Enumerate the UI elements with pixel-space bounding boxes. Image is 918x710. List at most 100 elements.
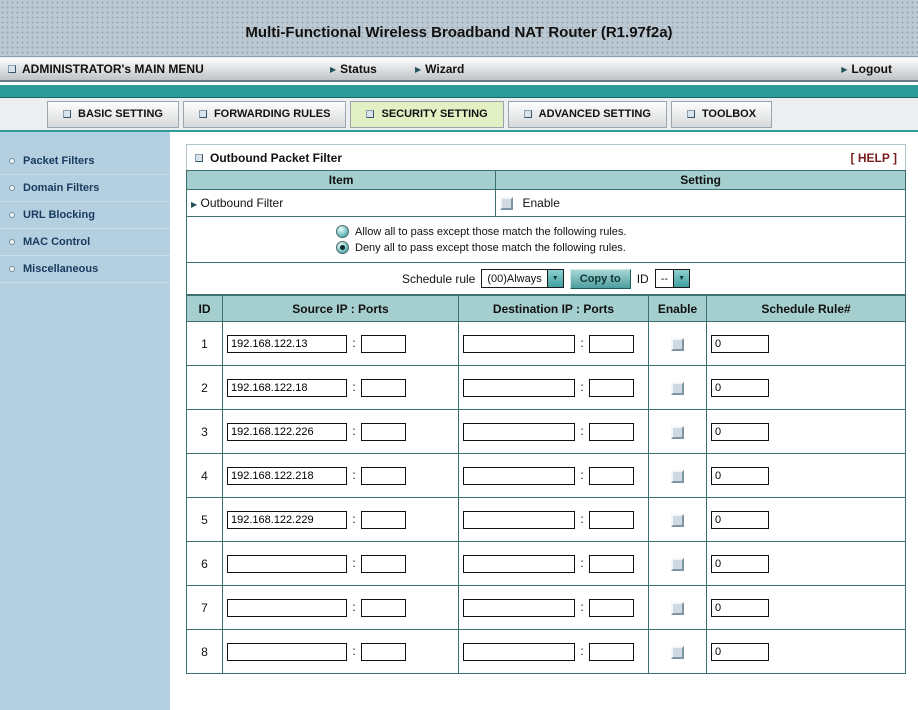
allow-radio[interactable] [336,225,349,238]
schedule-cell [706,365,906,410]
colon-separator: : [580,335,584,350]
rule-enable-checkbox[interactable] [671,513,684,527]
schedule-rule-label: Schedule rule [401,271,476,286]
filter-rule-row: 1 : : [186,321,906,366]
source-ip-input[interactable] [227,642,347,661]
tab-basic-setting[interactable]: BASIC SETTING [47,100,179,128]
schedule-rule-input[interactable] [711,466,769,485]
deny-radio[interactable] [336,241,349,254]
schedule-rule-input[interactable] [711,598,769,617]
row-id: 2 [186,365,223,410]
schedule-rule-input[interactable] [711,642,769,661]
menu-item-status[interactable]: ▶ Status [330,58,377,80]
dest-ip-input[interactable] [463,642,575,661]
source-port-input[interactable] [361,466,407,485]
dest-ip-input[interactable] [463,334,575,353]
tab-toolbox[interactable]: TOOLBOX [670,100,773,128]
filter-rule-row: 3 : : [186,409,906,454]
schedule-cell [706,585,906,630]
source-port-input[interactable] [361,334,407,353]
schedule-rule-input[interactable] [711,510,769,529]
dest-port-input[interactable] [589,554,635,573]
panel-box-icon [195,153,203,162]
help-link[interactable]: [ HELP ] [851,151,897,165]
menu-item-wizard[interactable]: ▶ Wizard [415,58,464,80]
sidebar-item-url-blocking[interactable]: URL Blocking [0,202,170,229]
schedule-rule-input[interactable] [711,334,769,353]
dest-port-input[interactable] [589,422,635,441]
filter-table-body: 1 : : 2 : : [186,321,906,674]
source-ip-input[interactable] [227,554,347,573]
dest-port-input[interactable] [589,378,635,397]
menu-item-logout[interactable]: ▶ Logout [841,58,892,80]
copy-to-button[interactable]: Copy to [569,268,631,289]
rule-enable-checkbox[interactable] [671,601,684,615]
enable-cell [648,365,707,410]
schedule-rule-input[interactable] [711,378,769,397]
source-cell: : [222,409,459,454]
sidebar-item-packet-filters[interactable]: Packet Filters [0,148,170,175]
source-ip-input[interactable] [227,378,347,397]
enable-cell [648,541,707,586]
source-ip-input[interactable] [227,466,347,485]
dest-ip-input[interactable] [463,466,575,485]
rule-enable-checkbox[interactable] [671,337,684,351]
source-cell: : [222,453,459,498]
source-ip-input[interactable] [227,334,347,353]
rule-enable-checkbox[interactable] [671,469,684,483]
sidebar-item-domain-filters[interactable]: Domain Filters [0,175,170,202]
policy-cell: Allow all to pass except those match the… [186,216,906,263]
dest-ip-input[interactable] [463,378,575,397]
schedule-rule-input[interactable] [711,554,769,573]
rule-enable-checkbox[interactable] [671,381,684,395]
outbound-filter-enable-checkbox[interactable] [500,197,514,211]
col-header-source: Source IP : Ports [222,295,459,322]
sidebar-item-mac-control[interactable]: MAC Control [0,229,170,256]
row-id: 6 [186,541,223,586]
copy-id-select[interactable]: -- ▼ [654,269,691,288]
dest-ip-input[interactable] [463,598,575,617]
schedule-rule-select[interactable]: (00)Always ▼ [481,269,564,288]
dest-port-input[interactable] [589,466,635,485]
top-tab-bar: BASIC SETTING FORWARDING RULES SECURITY … [0,98,918,132]
dest-ip-input[interactable] [463,422,575,441]
dest-port-input[interactable] [589,642,635,661]
dest-port-input[interactable] [589,598,635,617]
arrow-right-icon: ▶ [415,64,422,74]
rule-enable-checkbox[interactable] [671,645,684,659]
schedule-rule-input[interactable] [711,422,769,441]
bullet-icon [9,266,15,272]
source-port-input[interactable] [361,598,407,617]
source-ip-input[interactable] [227,598,347,617]
dest-ip-input[interactable] [463,554,575,573]
col-header-enable: Enable [648,295,707,322]
source-ip-input[interactable] [227,510,347,529]
sidebar-item-label: URL Blocking [23,209,95,221]
colon-separator: : [352,467,356,482]
rule-enable-checkbox[interactable] [671,557,684,571]
source-port-input[interactable] [361,642,407,661]
source-port-input[interactable] [361,510,407,529]
row-id: 5 [186,497,223,542]
filter-rule-row: 6 : : [186,541,906,586]
source-ip-input[interactable] [227,422,347,441]
source-port-input[interactable] [361,554,407,573]
tab-advanced-setting[interactable]: ADVANCED SETTING [507,100,667,128]
sidebar-item-label: MAC Control [23,236,91,248]
tab-security-setting[interactable]: SECURITY SETTING [350,100,504,128]
source-cell: : [222,365,459,410]
dest-ip-input[interactable] [463,510,575,529]
colon-separator: : [352,335,356,350]
filter-rule-row: 8 : : [186,629,906,674]
source-port-input[interactable] [361,422,407,441]
dest-port-input[interactable] [589,510,635,529]
schedule-cell [706,321,906,366]
source-port-input[interactable] [361,378,407,397]
source-cell: : [222,321,459,366]
bullet-icon [9,185,15,191]
tab-forwarding-rules[interactable]: FORWARDING RULES [182,100,347,128]
rule-enable-checkbox[interactable] [671,425,684,439]
colon-separator: : [352,379,356,394]
sidebar-item-miscellaneous[interactable]: Miscellaneous [0,256,170,283]
dest-port-input[interactable] [589,334,635,353]
